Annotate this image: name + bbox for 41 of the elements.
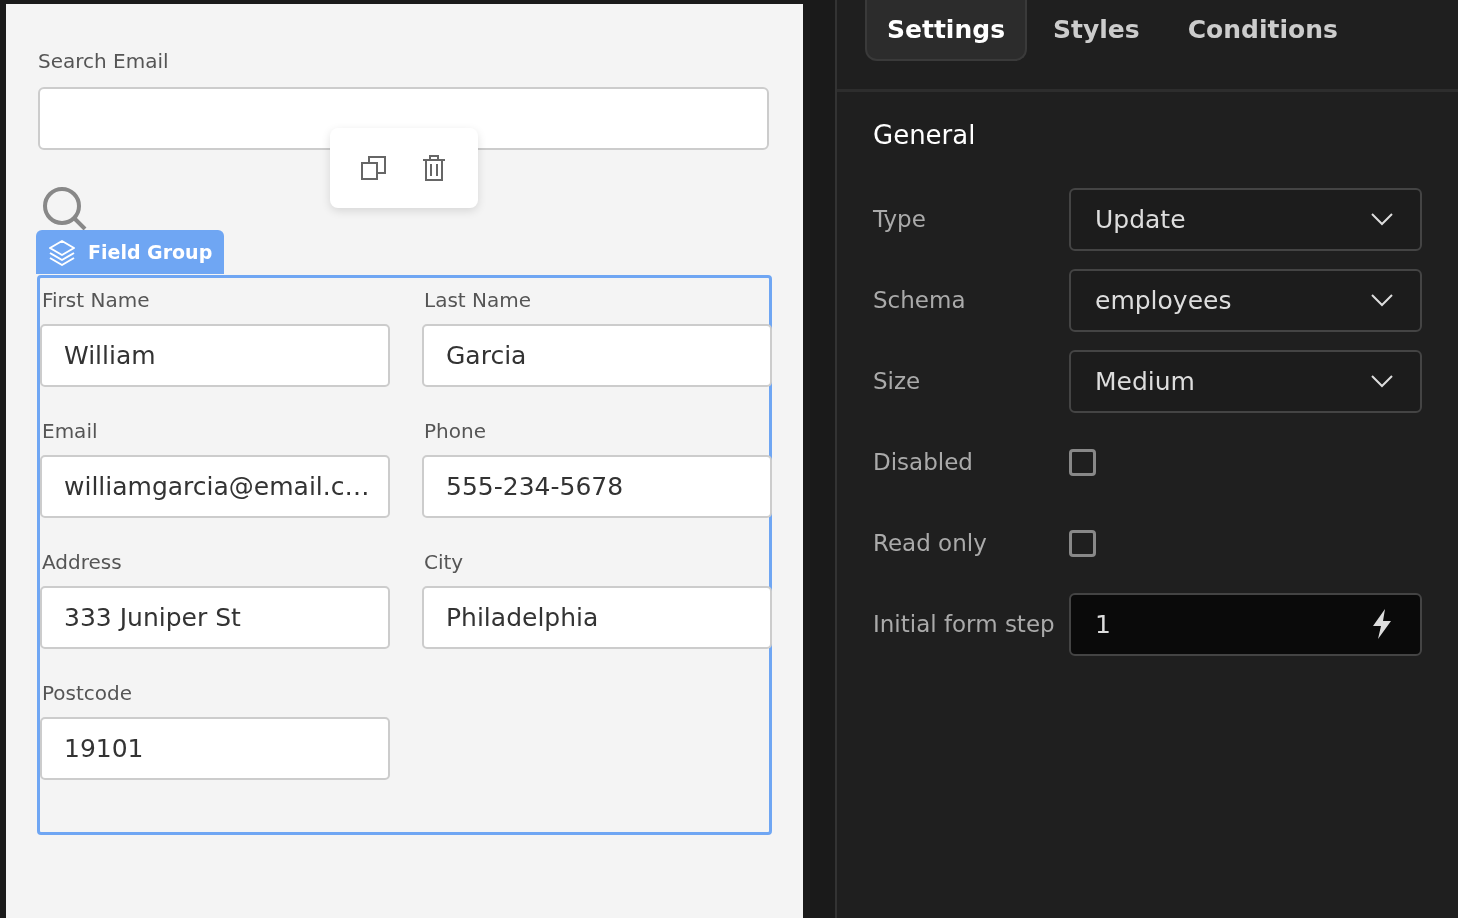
select-field[interactable]: Update — [1069, 187, 1422, 251]
field-label: First Name — [41, 288, 151, 312]
input-field[interactable]: williamgarcia@email.c… — [40, 455, 390, 518]
tab[interactable]: Settings — [865, 0, 1027, 61]
input-field[interactable]: William — [40, 324, 390, 387]
field-label: City — [423, 550, 465, 574]
section-title: General — [873, 120, 976, 150]
chevron-down-icon — [1370, 212, 1394, 226]
search-email-field[interactable] — [38, 87, 769, 150]
trash-icon[interactable] — [421, 155, 447, 181]
field-group-tag: Field Group — [36, 230, 225, 274]
select-field[interactable]: employees — [1069, 268, 1422, 332]
field-label: Email — [41, 419, 99, 443]
input-field[interactable]: 555-234-5678 — [422, 455, 772, 518]
input-field[interactable]: 333 Juniper St — [40, 586, 390, 649]
field-label: Size — [873, 368, 922, 394]
field-label: Last Name — [423, 288, 533, 312]
select-field[interactable]: Medium — [1069, 349, 1422, 413]
chevron-down-icon — [1370, 374, 1394, 388]
input-field[interactable]: 19101 — [40, 717, 390, 780]
search-icon — [42, 186, 88, 230]
field-label: Type — [873, 206, 927, 232]
field-label: Initial form step — [873, 611, 1056, 637]
tab[interactable]: Conditions — [1165, 0, 1360, 61]
input-field[interactable]: Philadelphia — [422, 586, 772, 649]
input-field[interactable]: Garcia — [422, 324, 772, 387]
tab[interactable]: Styles — [1031, 0, 1162, 61]
checkbox[interactable] — [1069, 529, 1096, 557]
field-label: Disabled — [873, 449, 974, 475]
checkbox[interactable] — [1069, 448, 1096, 476]
copy-icon[interactable] — [361, 155, 387, 181]
field-label: Address — [41, 550, 123, 574]
field-label: Phone — [423, 419, 487, 443]
chevron-down-icon — [1370, 293, 1394, 307]
lightning-icon — [1370, 608, 1394, 640]
input-field[interactable]: 1 — [1069, 592, 1422, 656]
field-label: Schema — [873, 287, 967, 313]
layers-icon — [48, 238, 76, 266]
field-label: Search Email — [38, 49, 170, 73]
field-label: Postcode — [41, 681, 134, 705]
field-label: Read only — [873, 530, 988, 556]
